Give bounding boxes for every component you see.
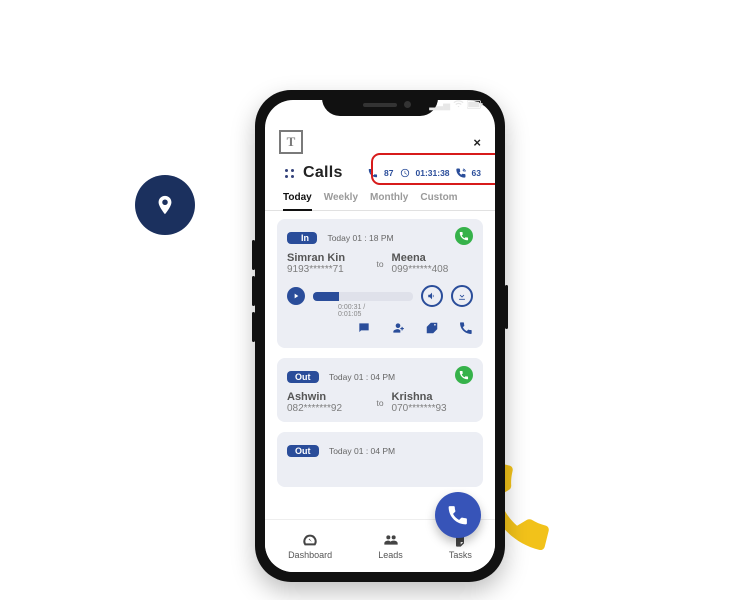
callee-name: Krishna: [392, 391, 473, 403]
call-now-button[interactable]: [455, 366, 473, 384]
phone-icon: [368, 168, 378, 178]
tag-icon: [425, 321, 439, 335]
caller-phone: 082*******92: [287, 403, 368, 414]
phone-notch: [322, 90, 438, 116]
to-label: to: [376, 398, 383, 408]
tab-today[interactable]: Today: [283, 188, 312, 211]
download-button[interactable]: [451, 285, 473, 307]
gauge-icon: [302, 532, 318, 548]
tab-weekly[interactable]: Weekly: [324, 188, 358, 210]
close-button[interactable]: ×: [473, 135, 481, 150]
phone-screen: T × Calls 87 01:31:38 63 Today Weekly Mo…: [265, 100, 495, 572]
play-icon: [292, 292, 300, 300]
user-plus-icon: [391, 321, 405, 335]
callback-action[interactable]: [459, 321, 473, 340]
clock-icon: [400, 168, 410, 178]
decor-location-badge: [135, 175, 195, 235]
dial-fab[interactable]: [435, 492, 481, 538]
call-timestamp: Today 01 : 18 PM: [327, 233, 393, 243]
nav-leads[interactable]: Leads: [378, 532, 403, 560]
tag-action[interactable]: [425, 321, 439, 340]
call-card: Out Today 01 : 04 PM: [277, 432, 483, 487]
call-timestamp: Today 01 : 04 PM: [329, 446, 395, 456]
playback-time: 0:00:31 / 0:01:05: [338, 304, 388, 318]
call-timestamp: Today 01 : 04 PM: [329, 372, 395, 382]
download-icon: [457, 291, 467, 301]
tab-monthly[interactable]: Monthly: [370, 188, 408, 210]
caller-phone: 9193******71: [287, 264, 368, 275]
title-ornament-icon: [283, 167, 295, 179]
call-stats: 87 01:31:38 63: [368, 168, 481, 178]
caller-name: Ashwin: [287, 391, 368, 403]
caller-name: Simran Kin: [287, 252, 368, 264]
seek-bar[interactable]: 0:00:31 / 0:01:05: [313, 292, 413, 301]
callee-phone: 070*******93: [392, 403, 473, 414]
recording-player: 0:00:31 / 0:01:05: [287, 285, 473, 307]
direction-chip: In: [287, 232, 317, 244]
callee-name: Meena: [392, 252, 473, 264]
page-title: Calls: [303, 164, 343, 182]
app-logo: T: [279, 130, 303, 154]
volume-button[interactable]: [421, 285, 443, 307]
phone-ring-icon: [456, 168, 466, 178]
chat-icon: [357, 321, 371, 335]
phone-refresh-icon: [459, 321, 473, 335]
phone-icon: [459, 231, 469, 241]
phone-icon: [459, 370, 469, 380]
tab-custom[interactable]: Custom: [420, 188, 457, 210]
call-now-button[interactable]: [455, 227, 473, 245]
play-button[interactable]: [287, 287, 305, 305]
phone-device: ▂▃▅ T × Calls 87 01:31:38 63 T: [255, 90, 505, 582]
phone-icon: [447, 504, 469, 526]
users-icon: [383, 532, 399, 548]
wifi-icon: [453, 99, 464, 112]
date-range-tabs: Today Weekly Monthly Custom: [265, 186, 495, 211]
direction-chip: Out: [287, 445, 319, 457]
stat-connected: 63: [472, 168, 481, 178]
pin-icon: [154, 190, 176, 220]
nav-dashboard[interactable]: Dashboard: [288, 532, 332, 560]
signal-icon: ▂▃▅: [429, 100, 450, 111]
message-action[interactable]: [357, 321, 371, 340]
to-label: to: [376, 259, 383, 269]
call-card: Out Today 01 : 04 PM Ashwin 082*******92…: [277, 358, 483, 422]
call-card: In Today 01 : 18 PM Simran Kin 9193*****…: [277, 219, 483, 348]
callee-phone: 099******408: [392, 264, 473, 275]
status-bar-icons: ▂▃▅: [429, 99, 483, 112]
direction-chip: Out: [287, 371, 319, 383]
add-contact-action[interactable]: [391, 321, 405, 340]
speaker-icon: [427, 291, 437, 301]
battery-icon: [467, 100, 483, 111]
stat-calls: 87: [384, 168, 393, 178]
stat-duration: 01:31:38: [416, 168, 450, 178]
